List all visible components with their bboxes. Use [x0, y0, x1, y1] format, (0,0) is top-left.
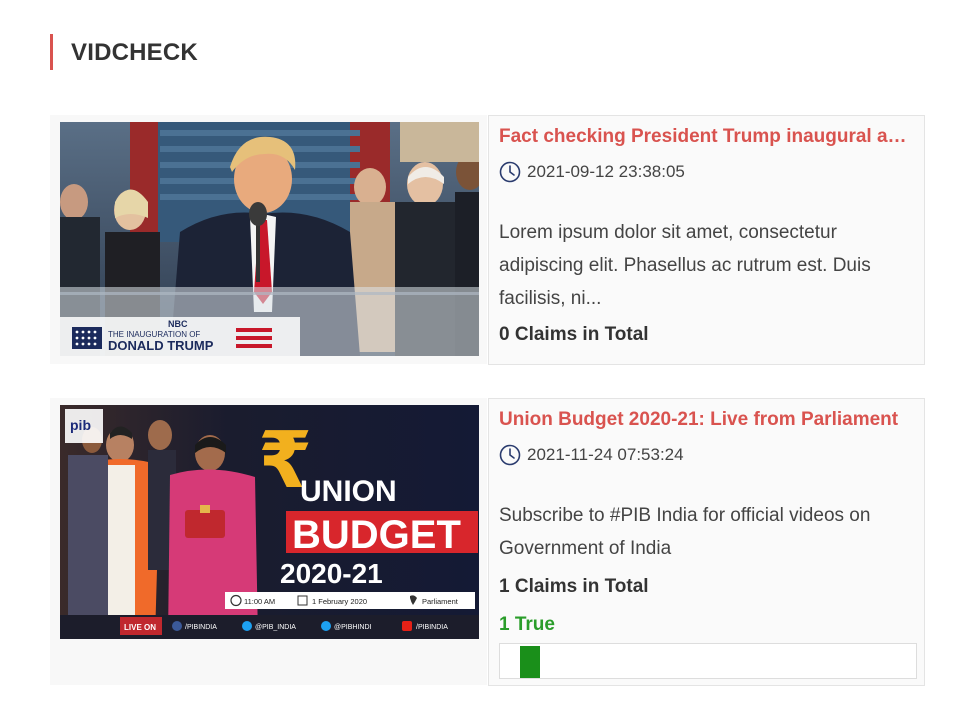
svg-text:BUDGET: BUDGET	[292, 513, 461, 557]
video-date: 2021-09-12 23:38:05	[499, 160, 685, 184]
video-thumbnail[interactable]: NBC THE INAUGURATION OF DONALD TRUMP	[60, 122, 479, 356]
video-description: Lorem ipsum dolor sit amet, consectetur …	[499, 222, 871, 309]
date-text: 2021-09-12 23:38:05	[527, 162, 685, 181]
video-info-card-2: Union Budget 2020-21: Live from Parliame…	[488, 398, 925, 686]
svg-text:/PIBINDIA: /PIBINDIA	[185, 624, 217, 631]
video-thumbnail[interactable]: pib ₹ UNION BUDGET 2020-21 11:00 AM 1 Fe…	[60, 405, 479, 639]
video-title-link[interactable]: Fact checking President Trump inaugural …	[499, 126, 909, 148]
video-date: 2021-11-24 07:53:24	[499, 443, 684, 467]
svg-text:NBC: NBC	[168, 319, 188, 329]
svg-text:11:00 AM: 11:00 AM	[244, 597, 275, 606]
union-budget-thumbnail: pib ₹ UNION BUDGET 2020-21 11:00 AM 1 Fe…	[60, 405, 479, 639]
section-title: VIDCHECK	[50, 34, 198, 70]
true-progress-fill	[520, 646, 540, 678]
svg-text:@PIBHINDI: @PIBHINDI	[334, 624, 371, 631]
svg-text:1 February 2020: 1 February 2020	[312, 597, 367, 606]
svg-text:2020-21: 2020-21	[280, 558, 383, 589]
clock-icon	[499, 161, 521, 183]
date-text: 2021-11-24 07:53:24	[527, 445, 684, 464]
verdict-progress-bar	[499, 643, 917, 679]
svg-text:LIVE ON: LIVE ON	[124, 623, 156, 632]
video-title-link[interactable]: Union Budget 2020-21: Live from Parliame…	[499, 409, 909, 431]
video-thumbnail-card-1[interactable]: NBC THE INAUGURATION OF DONALD TRUMP	[50, 115, 487, 364]
video-info-card-1: Fact checking President Trump inaugural …	[488, 115, 925, 365]
svg-text:Parliament: Parliament	[422, 597, 459, 606]
video-thumbnail-card-2[interactable]: pib ₹ UNION BUDGET 2020-21 11:00 AM 1 Fe…	[50, 398, 487, 685]
svg-text:UNION: UNION	[300, 475, 397, 508]
svg-text:@PIB_INDIA: @PIB_INDIA	[255, 624, 296, 631]
true-count-label: 1 True	[499, 614, 555, 635]
clock-icon	[499, 444, 521, 466]
svg-text:pib: pib	[70, 417, 91, 433]
svg-text:/PIBINDIA: /PIBINDIA	[416, 624, 448, 631]
claims-count: 0 Claims in Total	[499, 324, 649, 345]
claims-count: 1 Claims in Total	[499, 576, 649, 597]
video-description: Subscribe to #PIB India for official vid…	[499, 505, 871, 559]
svg-text:DONALD TRUMP: DONALD TRUMP	[108, 338, 214, 353]
trump-inauguration-thumbnail: NBC THE INAUGURATION OF DONALD TRUMP	[60, 122, 479, 356]
